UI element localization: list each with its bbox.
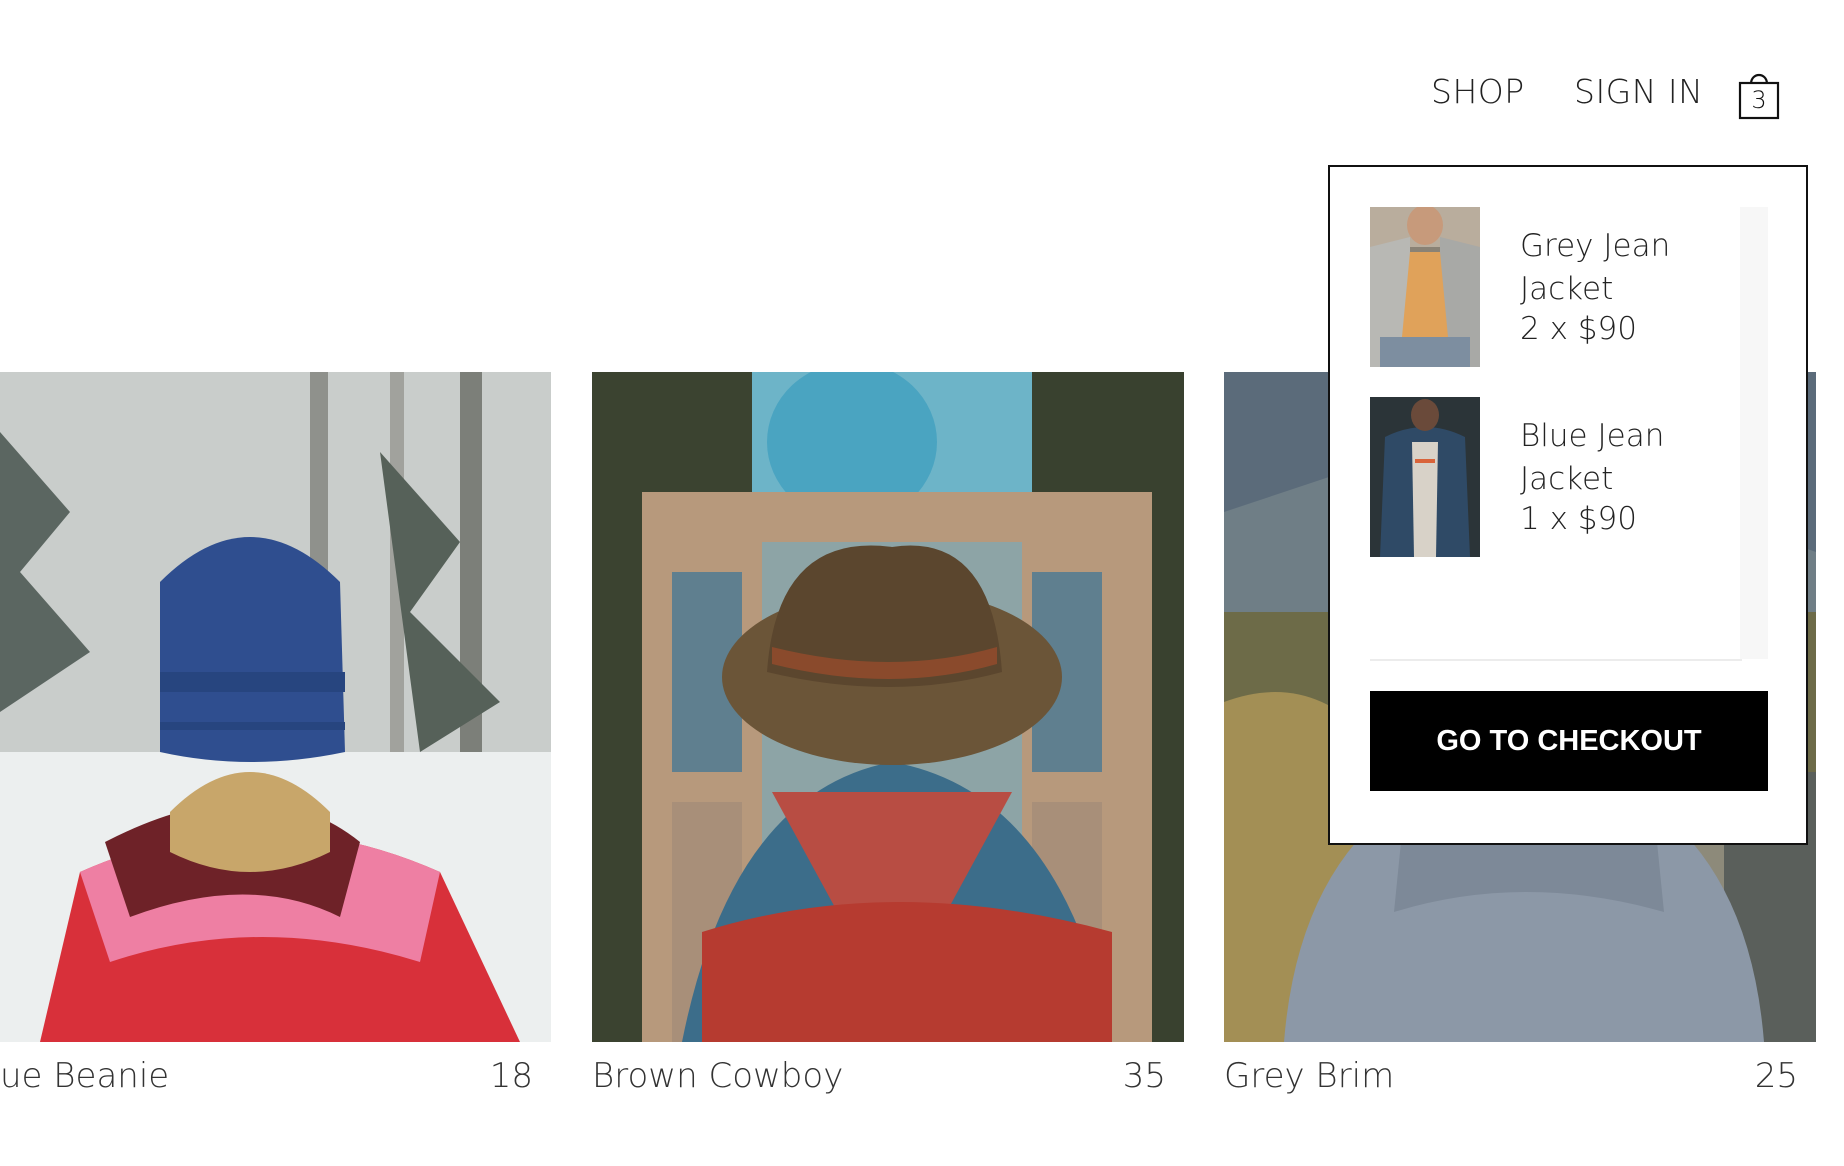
product-card[interactable] (592, 372, 1184, 1042)
nav-shop-link[interactable]: SHOP (1431, 72, 1525, 111)
nav-sign-in-link[interactable]: SIGN IN (1574, 72, 1703, 111)
product-card[interactable] (0, 372, 551, 1042)
cart-item-list[interactable]: Grey Jean Jacket 2 x $90 Blue Jean Jacke… (1370, 207, 1742, 661)
cart-scrollbar[interactable] (1740, 207, 1768, 659)
blue-jean-jacket-thumbnail (1370, 397, 1480, 557)
cart-dropdown: Grey Jean Jacket 2 x $90 Blue Jean Jacke… (1328, 165, 1808, 845)
cart-item-quantity: 1 x $90 (1520, 501, 1637, 537)
blue-beanie-photo (0, 372, 551, 1042)
cart-item[interactable]: Blue Jean Jacket 1 x $90 (1370, 397, 1740, 559)
product-price: 35 (1122, 1056, 1166, 1096)
product-name[interactable]: Brown Cowboy (592, 1056, 843, 1096)
product-price: 18 (489, 1056, 533, 1096)
cart-item-title: Blue Jean Jacket (1520, 418, 1665, 497)
cart-button[interactable]: 3 (1738, 68, 1780, 120)
cart-item-quantity: 2 x $90 (1520, 311, 1637, 347)
brown-cowboy-photo (592, 372, 1184, 1042)
checkout-button[interactable]: GO TO CHECKOUT (1370, 691, 1768, 791)
product-name[interactable]: ue Beanie (0, 1056, 169, 1096)
cart-count-badge: 3 (1751, 86, 1767, 114)
grey-jean-jacket-thumbnail (1370, 207, 1480, 367)
cart-item[interactable]: Grey Jean Jacket 2 x $90 (1370, 207, 1740, 369)
cart-item-title: Grey Jean Jacket (1520, 228, 1671, 307)
product-price: 25 (1754, 1056, 1798, 1096)
product-name[interactable]: Grey Brim (1224, 1056, 1394, 1096)
